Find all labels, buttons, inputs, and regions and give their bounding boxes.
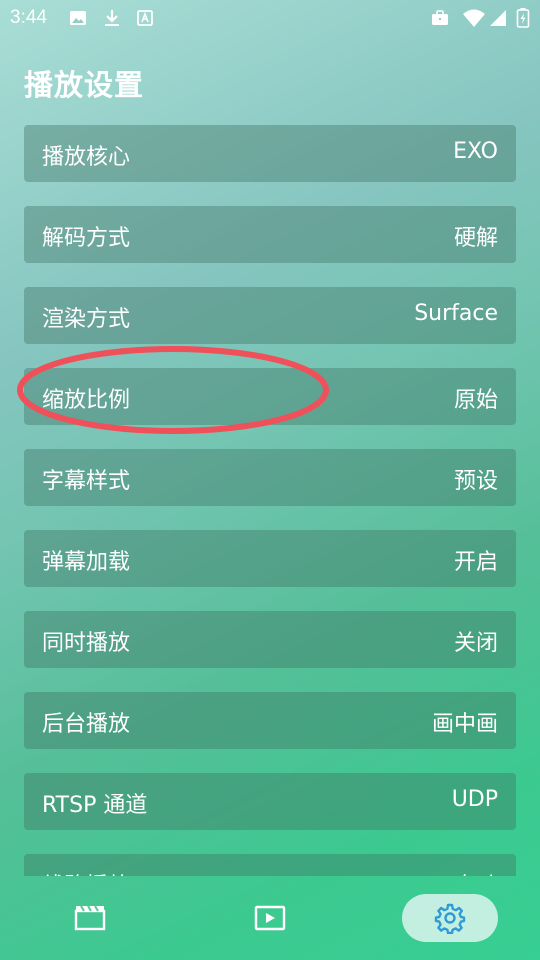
setting-label: 播放核心 <box>42 145 131 170</box>
setting-label: 解码方式 <box>42 226 131 251</box>
setting-label: 弹幕加载 <box>42 550 131 575</box>
page-title: 播放设置 <box>24 68 145 102</box>
setting-label: 缩放比例 <box>42 388 131 413</box>
nav-player-button[interactable] <box>222 894 318 942</box>
setting-value: 原始 <box>453 388 498 413</box>
setting-row-danmaku[interactable]: 弹幕加载 开启 <box>24 530 516 587</box>
bottom-nav <box>0 876 540 960</box>
download-icon <box>105 10 119 26</box>
status-bar: 3:44 <box>0 0 540 36</box>
nav-settings-button[interactable] <box>402 894 498 942</box>
image-icon <box>70 11 86 25</box>
play-icon <box>254 905 286 931</box>
settings-list[interactable]: 播放核心 EXO 解码方式 硬解 渲染方式 Surface 缩放比例 原始 字幕… <box>24 125 516 876</box>
setting-value: 画中画 <box>431 712 498 737</box>
gear-icon <box>434 903 466 934</box>
setting-value: Surface <box>414 301 498 326</box>
setting-value: 硬解 <box>453 226 498 251</box>
wifi-icon <box>463 9 485 27</box>
film-icon <box>74 905 106 931</box>
setting-row-line-play[interactable]: 线路播放 自动 <box>24 854 516 876</box>
setting-row-rtsp-channel[interactable]: RTSP 通道 UDP <box>24 773 516 830</box>
setting-label: 线路播放 <box>42 868 130 876</box>
setting-label: 字幕样式 <box>42 469 131 494</box>
setting-row-scale-ratio[interactable]: 缩放比例 原始 <box>24 368 516 425</box>
nav-movies-button[interactable] <box>42 894 138 942</box>
setting-row-simultaneous-play[interactable]: 同时播放 关闭 <box>24 611 516 668</box>
setting-value: 开启 <box>453 550 498 575</box>
setting-label: 后台播放 <box>42 712 131 737</box>
status-time: 3:44 <box>10 7 47 28</box>
setting-row-player-core[interactable]: 播放核心 EXO <box>24 125 516 182</box>
signal-icon <box>490 10 506 26</box>
battery-icon <box>516 8 530 28</box>
setting-row-background-play[interactable]: 后台播放 画中画 <box>24 692 516 749</box>
setting-row-subtitle-style[interactable]: 字幕样式 预设 <box>24 449 516 506</box>
setting-value: 自动 <box>454 868 498 876</box>
setting-label: RTSP 通道 <box>42 793 148 818</box>
setting-value: 关闭 <box>453 631 498 656</box>
setting-value: EXO <box>453 139 498 164</box>
setting-label: 同时播放 <box>42 631 131 656</box>
setting-value: UDP <box>451 787 498 812</box>
a-box-icon <box>137 10 153 26</box>
briefcase-icon <box>432 10 448 25</box>
setting-label: 渲染方式 <box>42 307 131 332</box>
setting-row-render-mode[interactable]: 渲染方式 Surface <box>24 287 516 344</box>
setting-value: 预设 <box>453 469 498 494</box>
setting-row-decode-mode[interactable]: 解码方式 硬解 <box>24 206 516 263</box>
